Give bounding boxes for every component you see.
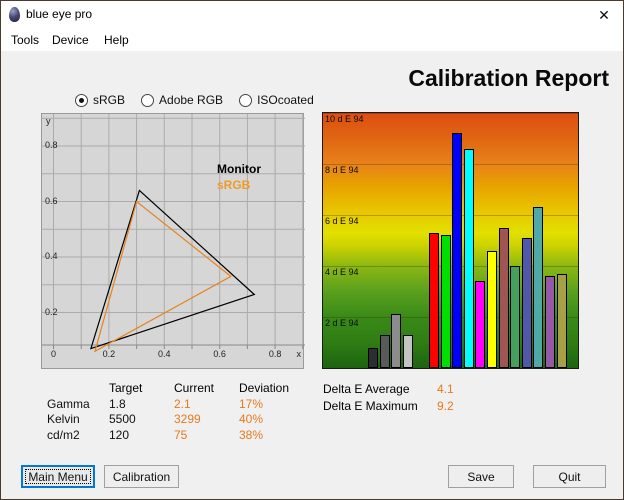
delta-e-bar <box>429 233 439 368</box>
table-header: Deviation <box>239 381 290 395</box>
radio-srgb-label: sRGB <box>93 93 126 107</box>
chart-y-tick-label: 10 d E 94 <box>325 114 364 124</box>
gamut-radio-group: sRGB Adobe RGB ISOcoated <box>75 93 314 107</box>
delta-e-bar <box>521 238 532 368</box>
radio-isocoated-icon[interactable] <box>239 93 253 107</box>
cie-y-tick: 0.6 <box>45 195 58 206</box>
table-cell: 120 <box>109 427 130 442</box>
table-header: Current <box>174 381 215 395</box>
calibration-button[interactable]: Calibration <box>104 465 179 488</box>
table-cell: 1.8 <box>109 396 126 411</box>
app-icon <box>9 7 20 22</box>
cie-y-tick: 0.2 <box>45 306 58 317</box>
chart-y-tick-label: 6 d E 94 <box>325 216 359 226</box>
menu-help[interactable]: Help <box>101 32 132 48</box>
delta-e-bar <box>379 335 390 368</box>
delta-e-bar <box>556 274 567 368</box>
table-cell: Kelvin <box>47 412 80 426</box>
table-cell: 2.1 <box>174 396 191 411</box>
delta-e-bar <box>368 348 378 368</box>
cie-x-tick: 0.8 <box>268 349 282 359</box>
delta-e-chart: 10 d E 94 8 d E 94 6 d E 94 4 d E 94 2 d E 9… <box>322 112 579 369</box>
radio-srgb-icon[interactable] <box>75 93 88 107</box>
radio-isocoated[interactable]: ISOcoated <box>239 93 314 107</box>
delta-e-average-label: Delta E Average <box>323 382 410 396</box>
titlebar: blue eye pro ✕ <box>1 1 623 29</box>
delta-e-bar <box>533 207 544 368</box>
cie-y-tick: 0.8 <box>45 140 58 150</box>
table-cell: 38% <box>239 427 264 442</box>
delta-e-bar <box>463 149 474 368</box>
radio-srgb[interactable]: sRGB <box>75 93 125 107</box>
delta-e-bar <box>402 335 413 368</box>
delta-e-average-row: Delta E Average 4.1 <box>323 381 454 398</box>
delta-e-bar <box>475 281 486 368</box>
close-icon[interactable]: ✕ <box>591 4 617 26</box>
cie-x-tick: 0.4 <box>158 349 171 359</box>
window-title: blue eye pro <box>26 7 93 21</box>
chart-y-tick-label: 8 d E 94 <box>325 165 359 175</box>
delta-e-bar <box>391 314 401 368</box>
menu-tools[interactable]: Tools <box>8 32 42 48</box>
srgb-gamut-triangle <box>94 200 232 353</box>
table-cell: 40% <box>239 412 264 426</box>
delta-e-maximum-label: Delta E Maximum <box>323 399 418 413</box>
delta-e-bar <box>498 228 509 368</box>
menu-device[interactable]: Device <box>49 32 92 48</box>
srgb-gamut-label: sRGB <box>217 178 251 192</box>
delta-e-maximum-row: Delta E Maximum 9.2 <box>323 398 454 415</box>
monitor-gamut-label: Monitor <box>217 162 261 176</box>
table-header: Target <box>109 381 143 395</box>
table-cell: cd/m2 <box>47 427 80 442</box>
delta-e-bar <box>440 235 451 368</box>
cie-x-tick: 0.2 <box>102 349 116 359</box>
page-title: Calibration Report <box>408 65 609 91</box>
delta-e-bar <box>487 251 497 368</box>
app-window: blue eye pro ✕ Tools Device Help Calibra… <box>0 0 624 500</box>
radio-adobe-rgb[interactable]: Adobe RGB <box>141 93 223 107</box>
table-header <box>47 381 109 397</box>
content-area: Calibration Report sRGB Adobe RGB ISOcoa… <box>1 51 623 499</box>
delta-e-average-value: 4.1 <box>437 382 454 396</box>
chart-y-tick-label: 4 d E 94 <box>325 267 359 277</box>
table-cell: 3299 <box>174 412 201 426</box>
y-axis-label: y <box>46 116 51 126</box>
main-menu-button[interactable]: Main Menu <box>21 465 95 488</box>
table-cell: 5500 <box>109 412 136 426</box>
menubar: Tools Device Help <box>1 29 623 51</box>
delta-e-summary: Delta E Average 4.1 Delta E Maximum 9.2 <box>323 381 454 415</box>
table-cell: 17% <box>239 396 264 411</box>
gamut-triangles <box>89 189 256 353</box>
x-axis-label: x <box>296 349 302 359</box>
cie-y-tick: 0.4 <box>45 251 58 261</box>
table-cell: Gamma <box>47 396 90 411</box>
delta-e-bar <box>545 276 555 368</box>
table-cell: 75 <box>174 427 188 442</box>
cie-diagram: y x Monitor sRGB 0.8 0.6 0.4 0.2 0 0.2 0.4 0.6 0… <box>41 113 305 369</box>
delta-e-bar <box>452 133 463 368</box>
delta-e-maximum-value: 9.2 <box>437 399 454 413</box>
radio-isocoated-label: ISOcoated <box>257 93 314 107</box>
chart-gridline <box>323 164 578 165</box>
save-button[interactable]: Save <box>448 465 514 488</box>
delta-e-bar <box>510 266 521 368</box>
cie-x-tick: 0 <box>50 349 56 359</box>
stats-table: Target Current Deviation Gamma 1.8 2.1 17% Kelv… <box>47 381 319 443</box>
chart-y-tick-label: 2 d E 94 <box>325 318 359 328</box>
cie-x-tick: 0.6 <box>213 349 226 359</box>
monitor-gamut-triangle <box>89 189 256 350</box>
radio-adobe-rgb-label: Adobe RGB <box>159 93 224 107</box>
quit-button[interactable]: Quit <box>533 465 606 488</box>
radio-adobe-rgb-icon[interactable] <box>141 93 155 107</box>
